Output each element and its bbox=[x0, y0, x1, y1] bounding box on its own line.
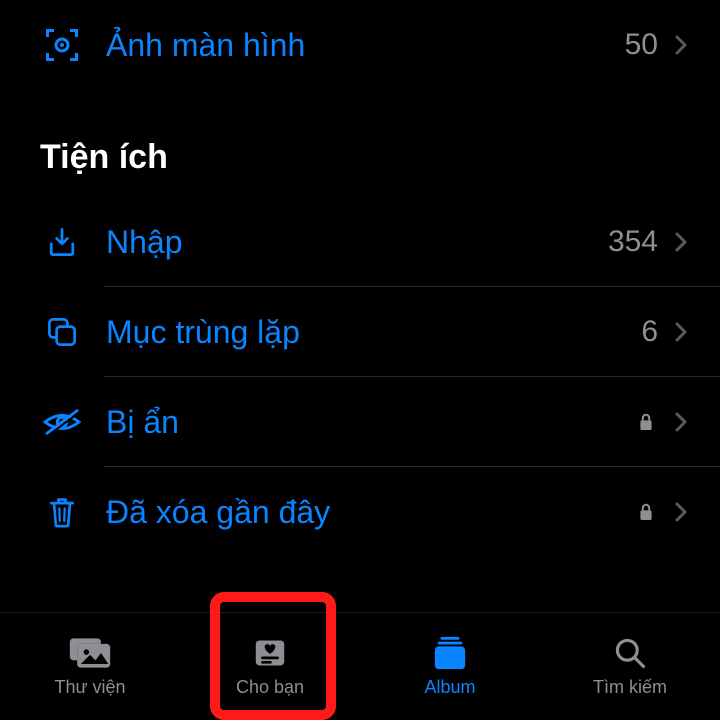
row-recently-deleted[interactable]: Đã xóa gần đây bbox=[0, 467, 720, 557]
row-duplicates[interactable]: Mục trùng lặp 6 bbox=[0, 287, 720, 377]
search-icon bbox=[608, 635, 652, 671]
row-hidden[interactable]: Bị ẩn bbox=[0, 377, 720, 467]
tab-label: Album bbox=[424, 677, 475, 698]
tab-label: Thư viện bbox=[54, 677, 125, 698]
row-count: 50 bbox=[625, 28, 658, 62]
lock-icon bbox=[634, 410, 658, 434]
row-count: 6 bbox=[641, 315, 658, 349]
chevron-right-icon bbox=[672, 227, 690, 257]
content-scroll[interactable]: Ảnh màn hình 50 Tiện ích Nhập 354 bbox=[0, 0, 720, 612]
tab-bar: Thư viện Cho bạn Album bbox=[0, 612, 720, 720]
row-label: Mục trùng lặp bbox=[106, 314, 641, 351]
tab-search[interactable]: Tìm kiếm bbox=[540, 613, 720, 720]
utilities-section-title: Tiện ích bbox=[0, 90, 720, 197]
trash-icon bbox=[40, 490, 84, 534]
chevron-right-icon bbox=[672, 497, 690, 527]
row-label: Đã xóa gần đây bbox=[106, 494, 634, 531]
tab-label: Cho bạn bbox=[236, 677, 304, 698]
lock-icon bbox=[634, 500, 658, 524]
row-count: 354 bbox=[608, 225, 658, 259]
tab-library[interactable]: Thư viện bbox=[0, 613, 180, 720]
import-icon bbox=[40, 220, 84, 264]
tab-label: Tìm kiếm bbox=[593, 677, 667, 698]
tab-for-you[interactable]: Cho bạn bbox=[180, 613, 360, 720]
row-label: Ảnh màn hình bbox=[106, 27, 625, 64]
chevron-right-icon bbox=[672, 317, 690, 347]
tab-albums[interactable]: Album bbox=[360, 613, 540, 720]
row-label: Nhập bbox=[106, 224, 608, 261]
albums-icon bbox=[428, 635, 472, 671]
library-icon bbox=[68, 635, 112, 671]
screenshot-icon bbox=[40, 23, 84, 67]
for-you-icon bbox=[248, 635, 292, 671]
row-screenshots[interactable]: Ảnh màn hình 50 bbox=[0, 0, 720, 90]
row-imports[interactable]: Nhập 354 bbox=[0, 197, 720, 287]
chevron-right-icon bbox=[672, 407, 690, 437]
photos-albums-screen: Ảnh màn hình 50 Tiện ích Nhập 354 bbox=[0, 0, 720, 720]
row-label: Bị ẩn bbox=[106, 404, 634, 441]
duplicates-icon bbox=[40, 310, 84, 354]
chevron-right-icon bbox=[672, 30, 690, 60]
hidden-eye-icon bbox=[40, 400, 84, 444]
